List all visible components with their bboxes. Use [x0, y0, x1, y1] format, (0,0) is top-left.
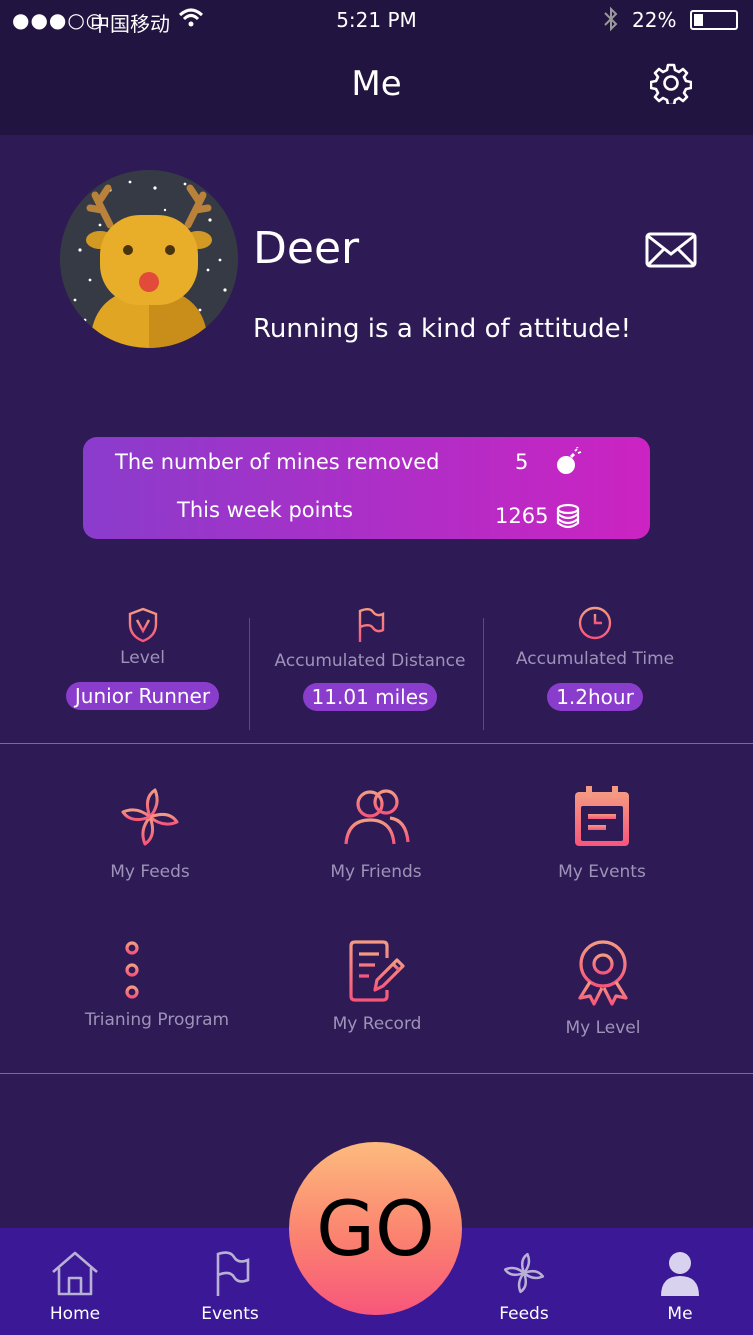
- nav-me[interactable]: Me: [625, 1250, 735, 1324]
- battery-icon: [690, 10, 738, 30]
- medal-icon: [578, 940, 628, 1006]
- metric-level: Level Junior Runner: [35, 600, 250, 730]
- grid-item-label: My Friends: [330, 862, 422, 882]
- stats-card: The number of mines removed 5 This week …: [83, 437, 650, 539]
- metric-level-label: Level: [120, 648, 165, 668]
- go-button[interactable]: GO: [289, 1142, 462, 1315]
- profile-motto: Running is a kind of attitude!: [253, 314, 632, 344]
- person-icon: [661, 1252, 699, 1296]
- metric-time: Accumulated Time 1.2hour: [485, 600, 705, 730]
- grid-item-label: My Record: [332, 1014, 422, 1034]
- record-icon: [349, 940, 405, 1002]
- metric-distance: Accumulated Distance 11.01 miles: [252, 600, 488, 730]
- pinwheel-icon: [503, 1252, 545, 1294]
- battery-fill: [694, 14, 703, 26]
- avatar[interactable]: [60, 170, 238, 348]
- metric-level-value: Junior Runner: [65, 682, 220, 710]
- metric-time-value: 1.2hour: [547, 683, 643, 711]
- battery-percent: 22%: [632, 8, 677, 32]
- mines-label: The number of mines removed: [115, 450, 440, 474]
- username: Deer: [253, 223, 360, 274]
- bluetooth-icon: [604, 6, 618, 32]
- nav-me-label: Me: [667, 1304, 693, 1324]
- deer-avatar-icon: [60, 170, 238, 348]
- coins-icon: [556, 503, 580, 529]
- list-icon: [125, 941, 186, 999]
- bomb-icon: [557, 447, 582, 474]
- header: Me: [0, 40, 753, 135]
- grid-item-label: Trianing Program: [84, 1010, 230, 1030]
- metric-distance-value: 11.01 miles: [302, 683, 438, 711]
- nav-events-label: Events: [201, 1304, 259, 1324]
- section-divider: [0, 1073, 753, 1074]
- grid-item-my-record[interactable]: My Record: [302, 938, 452, 1034]
- section-divider: [0, 743, 753, 744]
- grid-item-label: My Feeds: [110, 862, 190, 882]
- grid-item-my-events[interactable]: My Events: [527, 784, 677, 882]
- grid-item-my-feeds[interactable]: My Feeds: [75, 784, 225, 882]
- status-bar: ●●●○○ 中国移动 5:21 PM 22%: [0, 0, 753, 40]
- nav-feeds[interactable]: Feeds: [469, 1250, 579, 1324]
- grid-item-label: My Events: [558, 862, 646, 882]
- points-value: 1265: [495, 504, 549, 528]
- friends-icon: [344, 789, 410, 845]
- divider: [249, 618, 250, 730]
- page-title: Me: [351, 64, 402, 104]
- gear-icon[interactable]: [650, 62, 692, 104]
- nav-feeds-label: Feeds: [499, 1304, 549, 1324]
- nav-events[interactable]: Events: [175, 1250, 285, 1324]
- grid-item-my-level[interactable]: My Level: [528, 938, 678, 1038]
- mail-icon[interactable]: [645, 232, 697, 268]
- divider: [483, 618, 484, 730]
- home-icon: [52, 1251, 98, 1296]
- mines-value: 5: [515, 450, 529, 474]
- grid-item-label: My Level: [565, 1018, 641, 1038]
- points-label: This week points: [177, 498, 353, 522]
- metric-distance-label: Accumulated Distance: [274, 651, 466, 671]
- flag-icon: [216, 1251, 250, 1296]
- flag-icon: [358, 608, 385, 642]
- metric-time-label: Accumulated Time: [515, 649, 675, 669]
- nav-home-label: Home: [49, 1304, 101, 1324]
- grid-item-training-program[interactable]: Trianing Program: [72, 938, 242, 1030]
- clock-icon: [578, 606, 612, 640]
- nav-home[interactable]: Home: [20, 1250, 130, 1324]
- shield-icon: [128, 607, 157, 643]
- grid-item-my-friends[interactable]: My Friends: [301, 784, 451, 882]
- calendar-icon: [575, 786, 629, 846]
- pinwheel-icon: [121, 788, 179, 846]
